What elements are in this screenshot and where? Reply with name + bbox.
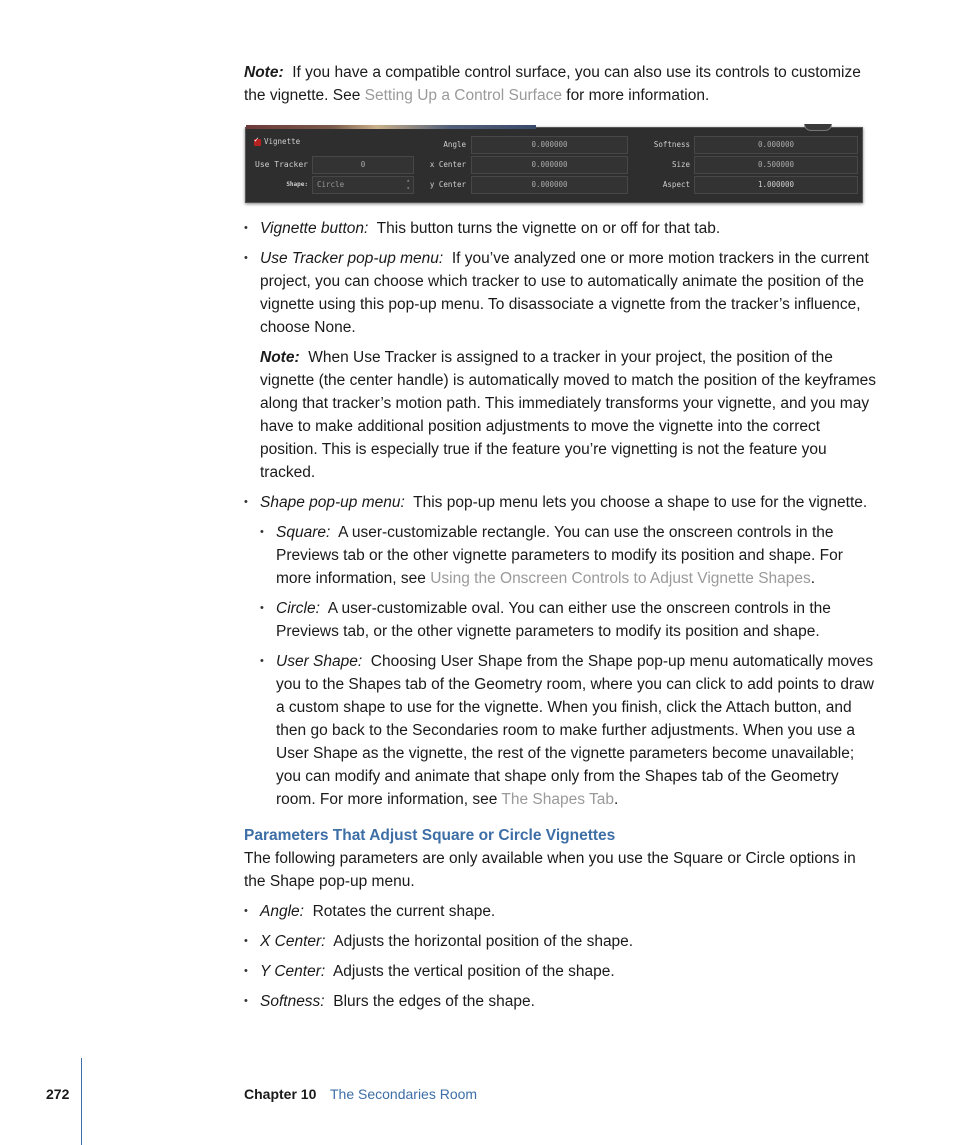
- description: Choosing User Shape from the Shape pop-u…: [276, 653, 874, 808]
- term: Softness:: [260, 993, 325, 1010]
- page-number: 272: [46, 1086, 70, 1102]
- chapter-title-link[interactable]: The Secondaries Room: [330, 1086, 477, 1102]
- list-item-x-center: X Center: Adjusts the horizontal positio…: [244, 930, 876, 953]
- note-control-surface: Note: If you have a compatible control s…: [244, 61, 876, 107]
- description: This pop-up menu lets you choose a shape…: [413, 494, 868, 511]
- description-end: .: [810, 570, 816, 587]
- list-item-use-tracker: Use Tracker pop-up menu: If you’ve analy…: [244, 247, 876, 339]
- list-item-y-center: Y Center: Adjusts the vertical position …: [244, 960, 876, 983]
- vignette-controls-list: Vignette button: This button turns the v…: [244, 217, 876, 339]
- note-text: When Use Tracker is assigned to a tracke…: [260, 349, 877, 481]
- aspect-field[interactable]: 1.000000: [694, 176, 858, 194]
- description: A user-customizable oval. You can either…: [276, 600, 831, 640]
- term: Use Tracker pop-up menu:: [260, 250, 444, 267]
- term: Shape pop-up menu:: [260, 494, 405, 511]
- list-item-circle: Circle: A user-customizable oval. You ca…: [260, 597, 876, 643]
- shape-options-list: Square: A user-customizable rectangle. Y…: [244, 521, 876, 811]
- note-text-after: for more information.: [561, 87, 710, 104]
- term: Vignette button:: [260, 220, 369, 237]
- list-item-softness: Softness: Blurs the edges of the shape.: [244, 990, 876, 1013]
- list-item-user-shape: User Shape: Choosing User Shape from the…: [260, 650, 876, 811]
- term: Circle:: [276, 600, 320, 617]
- size-label: Size: [671, 160, 690, 169]
- description-end: .: [614, 791, 619, 808]
- term: Square:: [276, 524, 331, 541]
- term: Angle:: [260, 903, 304, 920]
- link-setting-up-control-surface[interactable]: Setting Up a Control Surface: [365, 87, 562, 104]
- chapter-label: Chapter 10: [244, 1086, 317, 1102]
- image-strip: [246, 125, 536, 129]
- section-heading: Parameters That Adjust Square or Circle …: [244, 827, 616, 844]
- link-onscreen-controls[interactable]: Using the Onscreen Controls to Adjust Vi…: [430, 570, 811, 587]
- page-content: Note: If you have a compatible control s…: [244, 61, 876, 1020]
- panel-knob: [804, 124, 832, 131]
- note-label: Note:: [260, 349, 300, 366]
- list-item-vignette-button: Vignette button: This button turns the v…: [244, 217, 876, 240]
- description: This button turns the vignette on or off…: [376, 220, 721, 237]
- description: Adjusts the horizontal position of the s…: [333, 933, 634, 950]
- list-item-angle: Angle: Rotates the current shape.: [244, 900, 876, 923]
- description: Rotates the current shape.: [312, 903, 496, 920]
- softness-label: Softness: [653, 140, 690, 149]
- link-shapes-tab[interactable]: The Shapes Tab: [501, 791, 614, 808]
- list-item-shape: Shape pop-up menu: This pop-up menu lets…: [244, 491, 876, 514]
- term: Y Center:: [260, 963, 326, 980]
- term: User Shape:: [276, 653, 363, 670]
- footer: Chapter 10 The Secondaries Room: [244, 1086, 477, 1102]
- shape-list: Shape pop-up menu: This pop-up menu lets…: [244, 491, 876, 514]
- softness-field[interactable]: 0.000000: [694, 136, 858, 154]
- size-field[interactable]: 0.500000: [694, 156, 858, 174]
- section-intro: The following parameters are only availa…: [244, 850, 856, 890]
- note-label: Note:: [244, 64, 284, 81]
- footer-divider: [81, 1058, 82, 1145]
- parameters-list: Angle: Rotates the current shape. X Cent…: [244, 900, 876, 1013]
- vignette-panel-screenshot: Vignette Use Tracker 0 Shape: Circle▴▾ A…: [245, 124, 863, 203]
- aspect-label: Aspect: [662, 180, 690, 189]
- description: Adjusts the vertical position of the sha…: [332, 963, 615, 980]
- list-item-square: Square: A user-customizable rectangle. Y…: [260, 521, 876, 590]
- description: Blurs the edges of the shape.: [333, 993, 535, 1010]
- note-use-tracker: Note: When Use Tracker is assigned to a …: [244, 346, 876, 484]
- term: X Center:: [260, 933, 326, 950]
